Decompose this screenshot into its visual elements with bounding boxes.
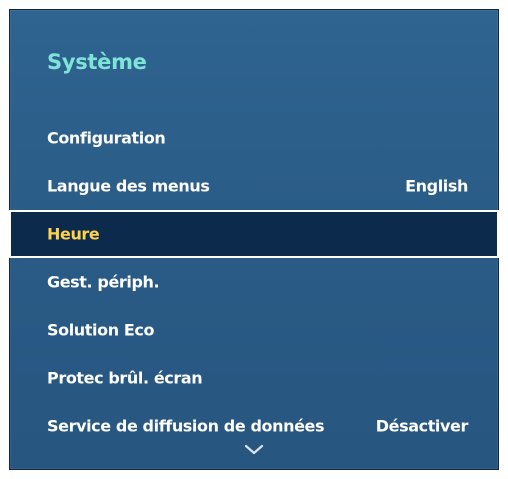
chevron-down-icon[interactable] <box>243 443 265 457</box>
menu-item-device-manager[interactable]: Gest. périph. <box>10 258 498 306</box>
menu-list: Configuration Langue des menus English H… <box>9 114 499 450</box>
menu-item-eco-solution[interactable]: Solution Eco <box>10 306 498 354</box>
menu-item-time[interactable]: Heure <box>9 210 499 258</box>
screen: Système Configuration Langue des menus E… <box>0 0 508 479</box>
menu-item-label: Protec brûl. écran <box>47 368 203 388</box>
menu-item-label: Configuration <box>47 128 166 148</box>
menu-item-configuration[interactable]: Configuration <box>10 114 498 162</box>
menu-item-label: Service de diffusion de données <box>47 416 325 436</box>
menu-item-value: English <box>405 176 468 196</box>
menu-item-label: Gest. périph. <box>47 272 160 292</box>
menu-item-value: Désactiver <box>375 416 469 436</box>
menu-title: Système <box>47 50 147 74</box>
menu-item-menu-language[interactable]: Langue des menus English <box>10 162 498 210</box>
menu-item-label: Solution Eco <box>47 320 155 340</box>
menu-item-label: Heure <box>47 224 100 244</box>
menu-item-screen-burn-protection[interactable]: Protec brûl. écran <box>10 354 498 402</box>
system-menu-panel: Système Configuration Langue des menus E… <box>9 9 499 470</box>
menu-item-label: Langue des menus <box>47 176 210 196</box>
